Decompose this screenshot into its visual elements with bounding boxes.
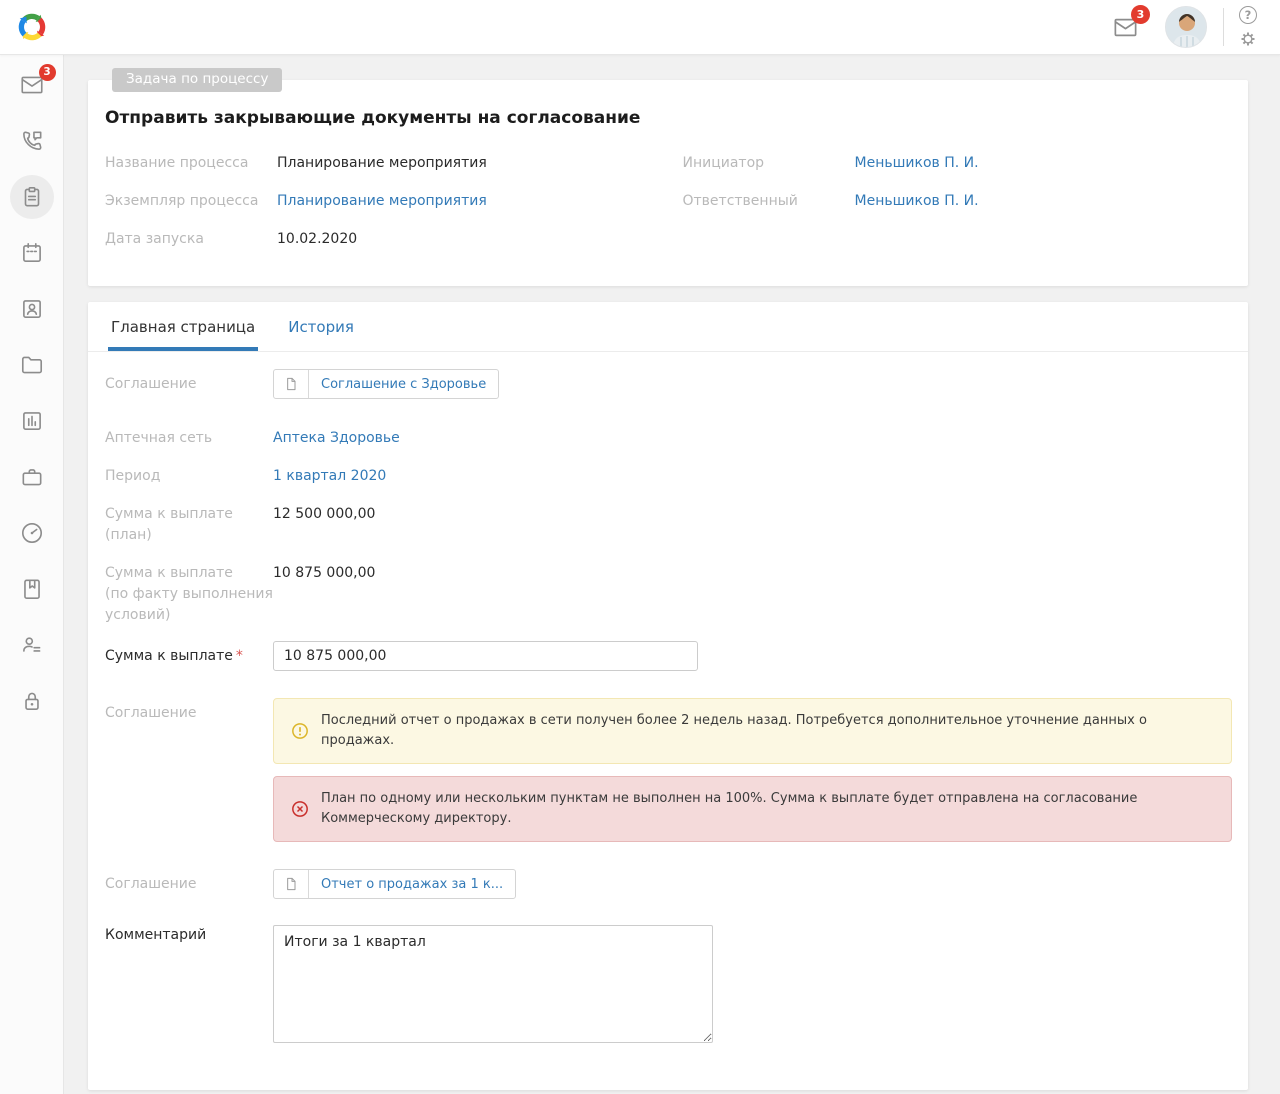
tasks-clipboard-icon bbox=[19, 184, 45, 210]
row-alerts: Соглашение Последний отчет о продажах в … bbox=[105, 698, 1232, 842]
gear-icon bbox=[1238, 29, 1258, 49]
row-comment: Комментарий Итоги за 1 квартал bbox=[105, 925, 1232, 1050]
document-chip-label: Соглашение с Здоровье bbox=[309, 370, 498, 398]
field-value: 10.02.2020 bbox=[277, 228, 357, 251]
tab-history[interactable]: История bbox=[285, 302, 357, 351]
report-document-chip[interactable]: Отчет о продажах за 1 к... bbox=[273, 869, 516, 899]
field-label: Соглашение bbox=[105, 698, 273, 842]
field-label: Дата запуска bbox=[105, 228, 277, 251]
main-content: Задача по процессу Отправить закрывающие… bbox=[64, 55, 1280, 1094]
field-label: Аптечная сеть bbox=[105, 428, 273, 449]
pharmacy-network-link[interactable]: Аптека Здоровье bbox=[273, 430, 400, 446]
required-mark: * bbox=[236, 648, 243, 664]
field-label: Комментарий bbox=[105, 925, 273, 1050]
sidebar-item-calls[interactable] bbox=[10, 119, 54, 163]
app-logo-icon[interactable] bbox=[15, 10, 49, 44]
field-value: Планирование мероприятия bbox=[277, 152, 487, 175]
help-icon[interactable]: ? bbox=[1239, 6, 1257, 24]
field-label: Инициатор bbox=[683, 152, 855, 175]
row-agreement-doc: Соглашение Соглашение с Здоровье bbox=[105, 369, 1232, 399]
bar-chart-icon bbox=[19, 408, 45, 434]
warning-alert: Последний отчет о продажах в сети получе… bbox=[273, 698, 1232, 764]
field-label: Сумма к выплате* bbox=[105, 641, 273, 671]
sidebar-item-security[interactable] bbox=[10, 679, 54, 723]
sidebar-item-calendar[interactable] bbox=[10, 231, 54, 275]
folder-icon bbox=[19, 352, 45, 378]
sidebar-item-reports[interactable] bbox=[10, 399, 54, 443]
settings-button[interactable] bbox=[1238, 29, 1258, 49]
row-pharmacy-network: Аптечная сеть Аптека Здоровье bbox=[105, 428, 1232, 449]
amount-input[interactable] bbox=[273, 641, 698, 671]
user-list-icon bbox=[19, 632, 45, 658]
field-initiator: Инициатор Меньшиков П. И. bbox=[683, 152, 1229, 175]
field-label: Сумма к выплате (план) bbox=[105, 504, 273, 546]
error-alert: План по одному или нескольким пунктам не… bbox=[273, 776, 1232, 842]
document-icon bbox=[274, 370, 309, 398]
topbar-divider bbox=[1223, 8, 1224, 46]
sidebar-item-projects[interactable] bbox=[10, 455, 54, 499]
comment-textarea[interactable]: Итоги за 1 квартал bbox=[273, 925, 713, 1043]
tab-main-page[interactable]: Главная страница bbox=[108, 302, 258, 351]
warning-text: Последний отчет о продажах в сети получе… bbox=[321, 711, 1215, 751]
messages-count-badge: 3 bbox=[1131, 5, 1150, 24]
document-icon bbox=[274, 870, 309, 898]
warning-icon bbox=[290, 721, 310, 741]
initiator-link[interactable]: Меньшиков П. И. bbox=[855, 152, 979, 175]
field-label: Экземпляр процесса bbox=[105, 190, 277, 213]
row-report-doc: Соглашение Отчет о продажах за 1 к... bbox=[105, 869, 1232, 899]
responsible-link[interactable]: Меньшиков П. И. bbox=[855, 190, 979, 213]
error-icon bbox=[290, 799, 310, 819]
briefcase-icon bbox=[19, 464, 45, 490]
sidebar: 3 bbox=[0, 55, 64, 1094]
amount-plan-value: 12 500 000,00 bbox=[273, 504, 1232, 546]
period-link[interactable]: 1 квартал 2020 bbox=[273, 468, 386, 484]
field-process-name: Название процесса Планирование мероприят… bbox=[105, 152, 667, 175]
phone-chat-icon bbox=[19, 128, 45, 154]
field-label: Ответственный bbox=[683, 190, 855, 213]
tab-bar: Главная страница История bbox=[88, 302, 1248, 352]
messages-button[interactable]: 3 bbox=[1112, 14, 1139, 41]
field-label: Название процесса bbox=[105, 152, 277, 175]
task-type-badge: Задача по процессу bbox=[112, 68, 282, 92]
field-label: Соглашение bbox=[105, 369, 273, 399]
contact-card-icon bbox=[19, 296, 45, 322]
topbar: 3 ? bbox=[0, 0, 1280, 55]
mail-count-badge: 3 bbox=[39, 64, 56, 81]
sidebar-item-documents[interactable] bbox=[10, 343, 54, 387]
sidebar-item-mail[interactable]: 3 bbox=[10, 63, 54, 107]
field-label: Период bbox=[105, 466, 273, 487]
field-responsible: Ответственный Меньшиков П. И. bbox=[683, 190, 1229, 213]
amount-fact-value: 10 875 000,00 bbox=[273, 563, 1232, 626]
page-title: Отправить закрывающие документы на согла… bbox=[105, 108, 1228, 128]
row-amount-fact: Сумма к выплате (по факту выполнения усл… bbox=[105, 563, 1232, 626]
task-form: Соглашение Соглашение с Здоровье bbox=[88, 352, 1248, 1090]
field-label: Сумма к выплате (по факту выполнения усл… bbox=[105, 563, 273, 626]
error-text: План по одному или нескольким пунктам не… bbox=[321, 789, 1215, 829]
calendar-icon bbox=[19, 240, 45, 266]
gauge-icon bbox=[19, 520, 45, 546]
process-instance-link[interactable]: Планирование мероприятия bbox=[277, 190, 487, 213]
sidebar-item-assignments[interactable] bbox=[10, 623, 54, 667]
sidebar-item-contacts[interactable] bbox=[10, 287, 54, 331]
row-period: Период 1 квартал 2020 bbox=[105, 466, 1232, 487]
field-label: Соглашение bbox=[105, 869, 273, 899]
task-header-card: Задача по процессу Отправить закрывающие… bbox=[88, 80, 1248, 286]
field-process-instance: Экземпляр процесса Планирование мероприя… bbox=[105, 190, 667, 213]
book-bookmark-icon bbox=[19, 576, 45, 602]
sidebar-item-knowledge[interactable] bbox=[10, 567, 54, 611]
row-amount-input: Сумма к выплате* bbox=[105, 641, 1232, 671]
sidebar-item-kpi[interactable] bbox=[10, 511, 54, 555]
sidebar-item-tasks[interactable] bbox=[10, 175, 54, 219]
lock-icon bbox=[19, 688, 45, 714]
avatar[interactable] bbox=[1165, 6, 1207, 48]
document-chip-label: Отчет о продажах за 1 к... bbox=[309, 870, 515, 898]
task-body-card: Главная страница История Соглашение bbox=[88, 302, 1248, 1090]
field-start-date: Дата запуска 10.02.2020 bbox=[105, 228, 667, 251]
row-amount-plan: Сумма к выплате (план) 12 500 000,00 bbox=[105, 504, 1232, 546]
agreement-document-chip[interactable]: Соглашение с Здоровье bbox=[273, 369, 499, 399]
